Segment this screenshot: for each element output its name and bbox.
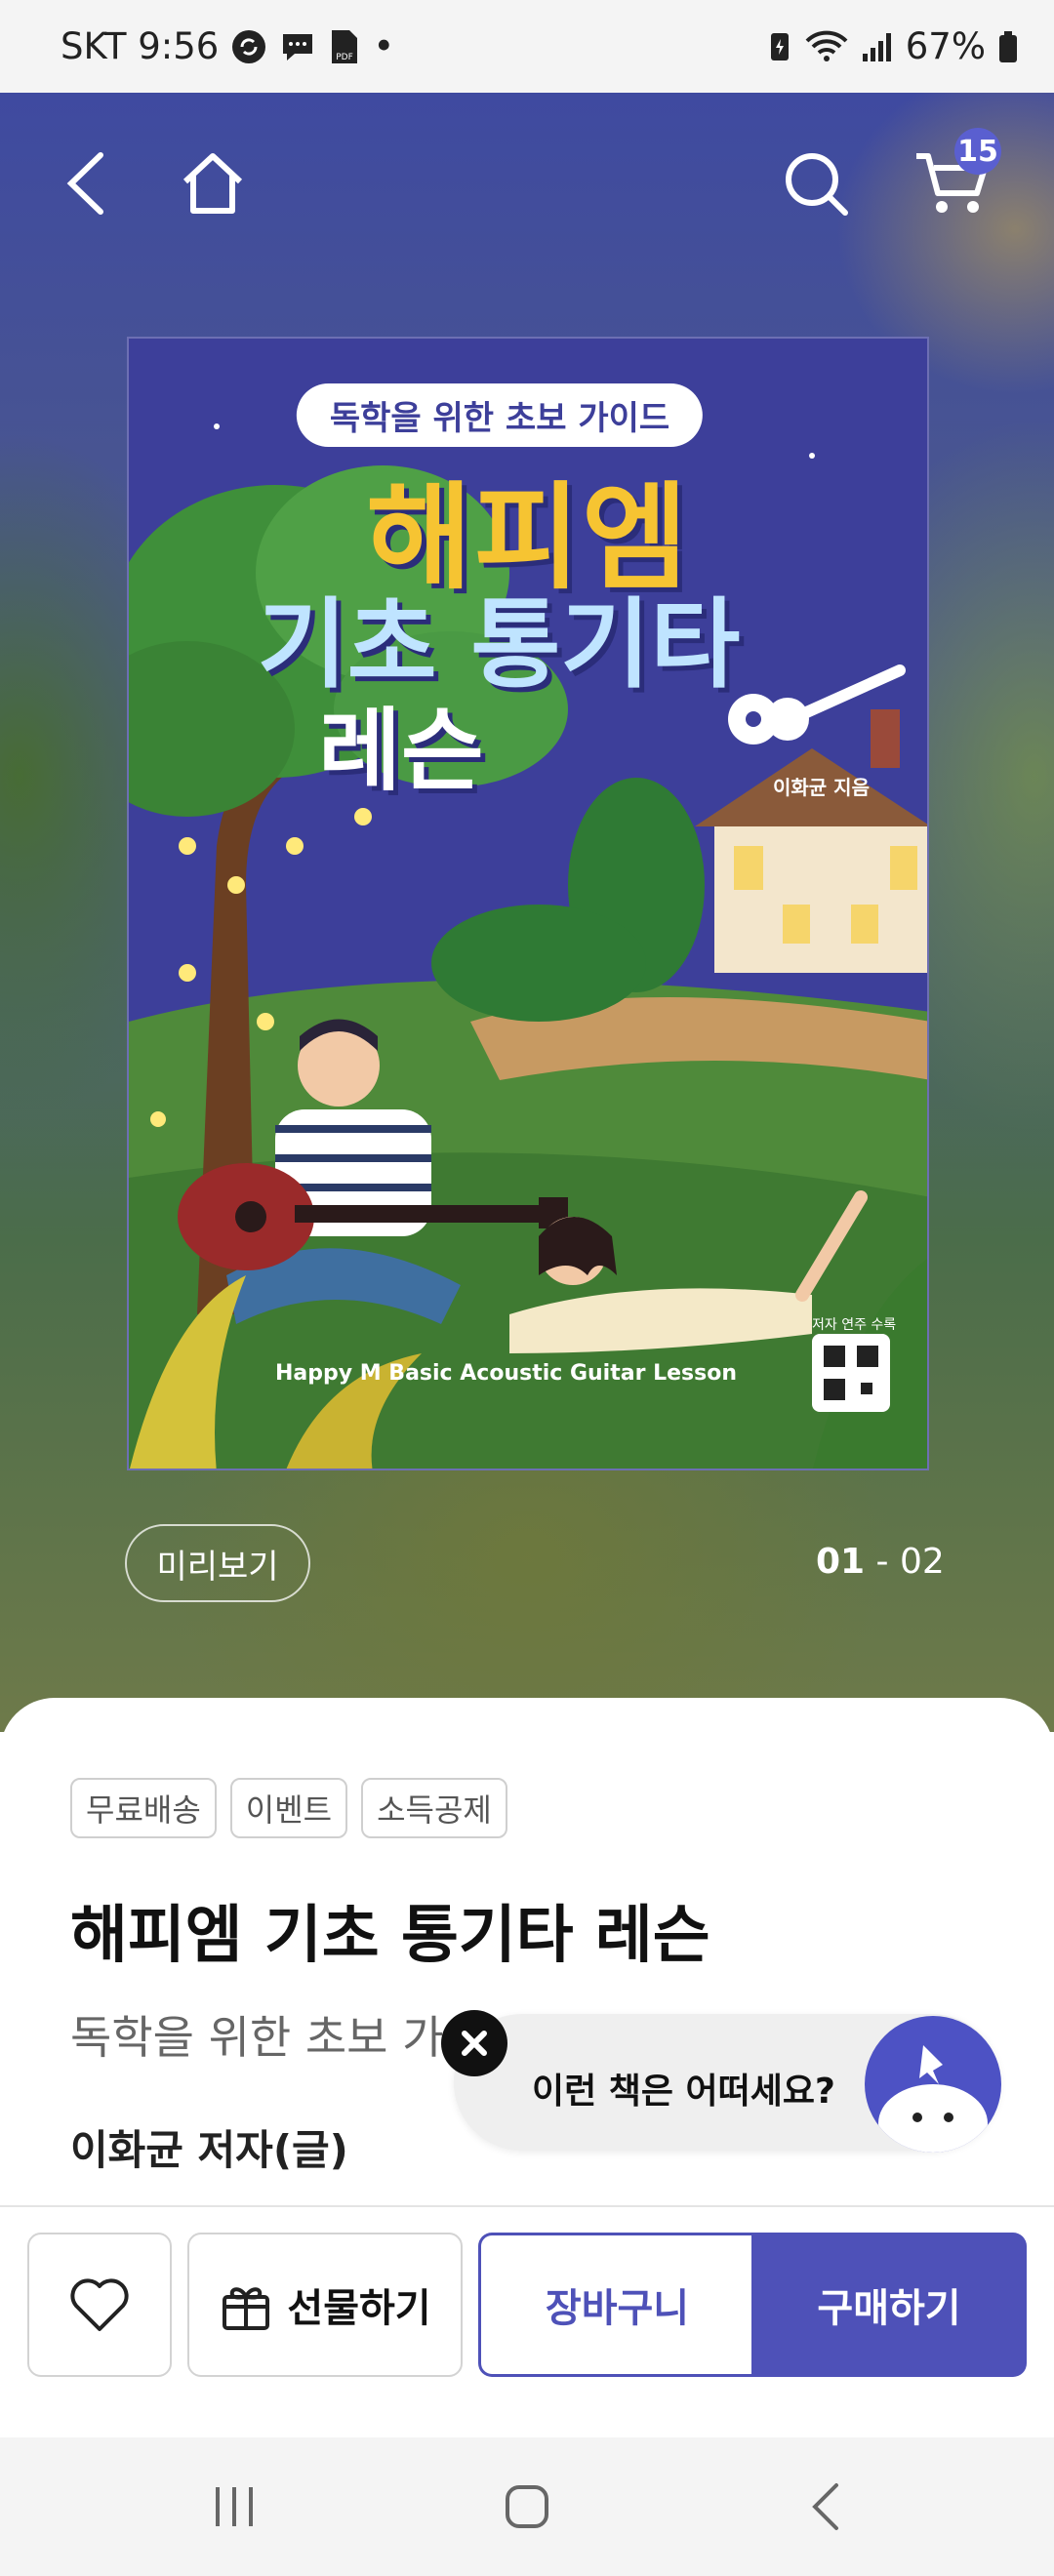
home-square-icon xyxy=(506,2485,548,2528)
message-icon xyxy=(279,28,316,65)
product-subtitle: 독학을 위한 초보 가 xyxy=(70,2011,444,2064)
recent-apps-button[interactable] xyxy=(166,2437,303,2576)
tag-list: 무료배송 이벤트 소득공제 xyxy=(70,1778,507,1838)
wifi-icon xyxy=(804,29,849,64)
tag-tax-deduction: 소득공제 xyxy=(361,1778,507,1838)
book-cover-image[interactable]: 독학을 위한 초보 가이드 해피엠 기초 통기타 레슨 이화균 지음 저자 연주… xyxy=(127,337,929,1470)
wishlist-button[interactable] xyxy=(27,2233,172,2377)
svg-text:PDF: PDF xyxy=(337,53,354,62)
gift-button[interactable]: 선물하기 xyxy=(187,2233,463,2377)
pdf-icon: PDF xyxy=(328,28,361,65)
pager-total: 02 xyxy=(900,1542,945,1582)
gift-icon xyxy=(223,2287,270,2330)
recommendation-close-button[interactable] xyxy=(441,2010,507,2076)
product-title: 해피엠 기초 통기타 레슨 xyxy=(70,1900,710,1972)
back-system-button[interactable] xyxy=(756,2437,893,2576)
cart-nav-button[interactable]: 15 xyxy=(908,128,1001,227)
product-author[interactable]: 이화균 저자(글) xyxy=(70,2117,348,2177)
cart-count-badge: 15 xyxy=(954,128,1001,175)
back-arrow-icon xyxy=(66,152,103,215)
carrier-time: SKT 9:56 xyxy=(61,25,220,67)
image-pager: 01 - 02 xyxy=(816,1542,945,1582)
home-icon xyxy=(182,153,243,214)
pager-separator: - xyxy=(865,1542,900,1582)
cover-badge: 독학을 위한 초보 가이드 xyxy=(296,383,704,447)
mascot-icon xyxy=(878,2045,988,2153)
home-button[interactable] xyxy=(174,140,252,227)
preview-button[interactable]: 미리보기 xyxy=(125,1524,310,1602)
cover-title-line3: 레슨 xyxy=(318,699,484,803)
recommendation-mascot-avatar[interactable] xyxy=(865,2016,1001,2153)
back-chevron-icon xyxy=(812,2483,838,2530)
close-icon xyxy=(462,2031,487,2056)
battery-saver-icon xyxy=(767,29,792,64)
battery-level: 67% xyxy=(905,25,986,67)
top-navigation: 15 xyxy=(0,93,1054,268)
search-icon xyxy=(786,153,848,216)
notification-dot: • xyxy=(373,25,395,67)
buy-now-button[interactable]: 구매하기 xyxy=(751,2233,1027,2377)
cover-author: 이화균 지음 xyxy=(773,776,870,799)
sync-icon xyxy=(230,28,267,65)
search-button[interactable] xyxy=(777,140,855,227)
heart-icon xyxy=(70,2278,129,2331)
back-button[interactable] xyxy=(47,140,125,227)
add-to-cart-button[interactable]: 장바구니 xyxy=(478,2233,753,2377)
recent-apps-icon xyxy=(216,2487,253,2526)
signal-icon xyxy=(861,30,894,63)
pager-current: 01 xyxy=(816,1542,866,1582)
cover-english-title: Happy M Basic Acoustic Guitar Lesson xyxy=(275,1361,737,1386)
tag-free-shipping: 무료배송 xyxy=(70,1778,217,1838)
cover-qr-label: 저자 연주 수록 xyxy=(812,1317,897,1333)
battery-icon xyxy=(997,29,1019,64)
status-bar: SKT 9:56 PDF • 67% xyxy=(0,0,1054,93)
tag-event: 이벤트 xyxy=(229,1778,348,1838)
gift-label: 선물하기 xyxy=(287,2286,431,2331)
home-system-button[interactable] xyxy=(459,2437,595,2576)
recommendation-text[interactable]: 이런 책은 어떠세요? xyxy=(532,2063,835,2113)
system-navigation-bar xyxy=(0,2437,1054,2576)
